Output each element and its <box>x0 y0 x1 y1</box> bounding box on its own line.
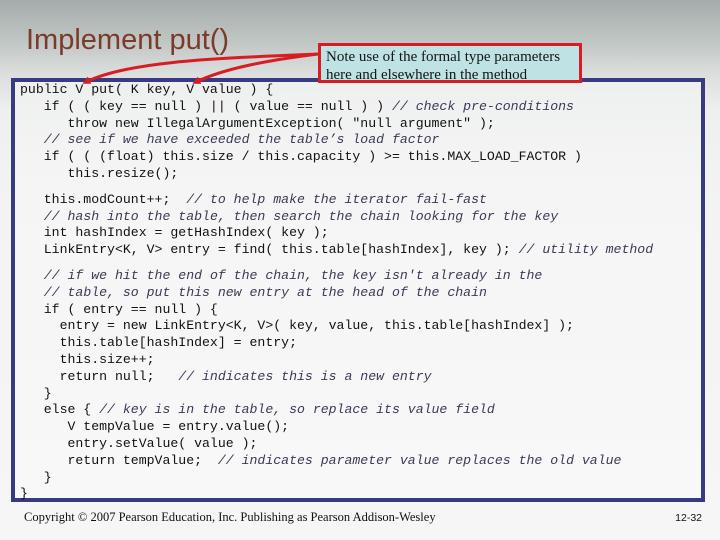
code-text: public V put( K key, V value ) { <box>20 82 274 97</box>
code-comment: // key is in the table, so replace its v… <box>99 402 495 418</box>
code-text: return tempValue; <box>20 452 218 468</box>
code-line: else { // key is in the table, so replac… <box>20 402 653 419</box>
code-text: return null; <box>20 368 179 384</box>
code-text: if ( ( (float) this.size / this.capacity… <box>20 149 582 165</box>
code-line: this.modCount++; // to help make the ite… <box>20 192 653 209</box>
code-line: entry = new LinkEntry<K, V>( key, value,… <box>20 318 653 335</box>
code-text: this.size++; <box>20 351 155 367</box>
code-comment: // if we hit the end of the chain, the k… <box>43 267 543 283</box>
code-line: // see if we have exceeded the table’s l… <box>20 132 653 149</box>
code-line: if ( ( key == null ) || ( value == null … <box>20 99 653 116</box>
code-text: } <box>20 385 52 401</box>
code-comment: // check pre-conditions <box>391 98 574 114</box>
code-line: public V put( K key, V value ) { <box>20 82 653 99</box>
code-text: LinkEntry<K, V> entry = find( this.table… <box>20 242 519 258</box>
code-line: int hashIndex = getHashIndex( key ); <box>20 225 653 242</box>
code-line: this.resize(); <box>20 166 653 183</box>
callout-line: here and elsewhere in the method <box>326 67 528 83</box>
code-line: this.size++; <box>20 352 653 369</box>
code-text: if ( ( key == null ) || ( value == null … <box>20 98 392 114</box>
callout-line: Note use of the formal type parameters <box>326 49 561 65</box>
block-gap <box>20 183 653 192</box>
code-line: if ( ( (float) this.size / this.capacity… <box>20 149 653 166</box>
code-comment: // hash into the table, then search the … <box>43 208 559 224</box>
code-line: } <box>20 386 653 403</box>
code-line: LinkEntry<K, V> entry = find( this.table… <box>20 242 653 259</box>
page-number: 12-32 <box>675 512 702 524</box>
code-line: return tempValue; // indicates parameter… <box>20 453 653 470</box>
code-text: V tempValue = entry.value(); <box>20 419 290 435</box>
code-comment: // indicates parameter value replaces th… <box>217 452 622 468</box>
code-text: entry.setValue( value ); <box>20 435 258 451</box>
code-line: // hash into the table, then search the … <box>20 209 653 226</box>
code-line: } <box>20 486 653 503</box>
code-line: this.table[hashIndex] = entry; <box>20 335 653 352</box>
code-text: throw new IllegalArgumentException( "nul… <box>20 115 495 131</box>
code-text: this.modCount++; <box>20 191 187 207</box>
code-line: V tempValue = entry.value(); <box>20 419 653 436</box>
code-listing: public V put( K key, V value ) { if ( ( … <box>20 82 653 503</box>
code-text: else { <box>20 402 100 418</box>
code-comment: // see if we have exceeded the table’s l… <box>43 132 440 148</box>
code-line: // if we hit the end of the chain, the k… <box>20 268 653 285</box>
code-line: if ( entry == null ) { <box>20 302 653 319</box>
code-line: return null; // indicates this is a new … <box>20 369 653 386</box>
code-comment: // utility method <box>518 242 654 258</box>
code-line: // table, so put this new entry at the h… <box>20 285 653 302</box>
code-text: } <box>20 469 52 485</box>
code-text: if ( entry == null ) { <box>20 301 218 317</box>
code-text: int hashIndex = getHashIndex( key ); <box>20 225 329 241</box>
code-text: this.resize(); <box>20 165 179 181</box>
slide-title: Implement put() <box>26 24 230 56</box>
code-comment: // indicates this is a new entry <box>178 368 432 384</box>
code-text: this.table[hashIndex] = entry; <box>20 335 297 351</box>
code-comment: // table, so put this new entry at the h… <box>43 284 487 300</box>
callout-note: Note use of the formal type parameters h… <box>318 43 582 83</box>
code-text: } <box>20 486 28 502</box>
copyright-footer: Copyright © 2007 Pearson Education, Inc.… <box>24 510 436 524</box>
code-line: throw new IllegalArgumentException( "nul… <box>20 116 653 133</box>
block-gap <box>20 259 653 268</box>
code-line: entry.setValue( value ); <box>20 436 653 453</box>
code-comment: // to help make the iterator fail-fast <box>186 191 487 207</box>
code-line: } <box>20 470 653 487</box>
code-text: entry = new LinkEntry<K, V>( key, value,… <box>20 318 574 334</box>
